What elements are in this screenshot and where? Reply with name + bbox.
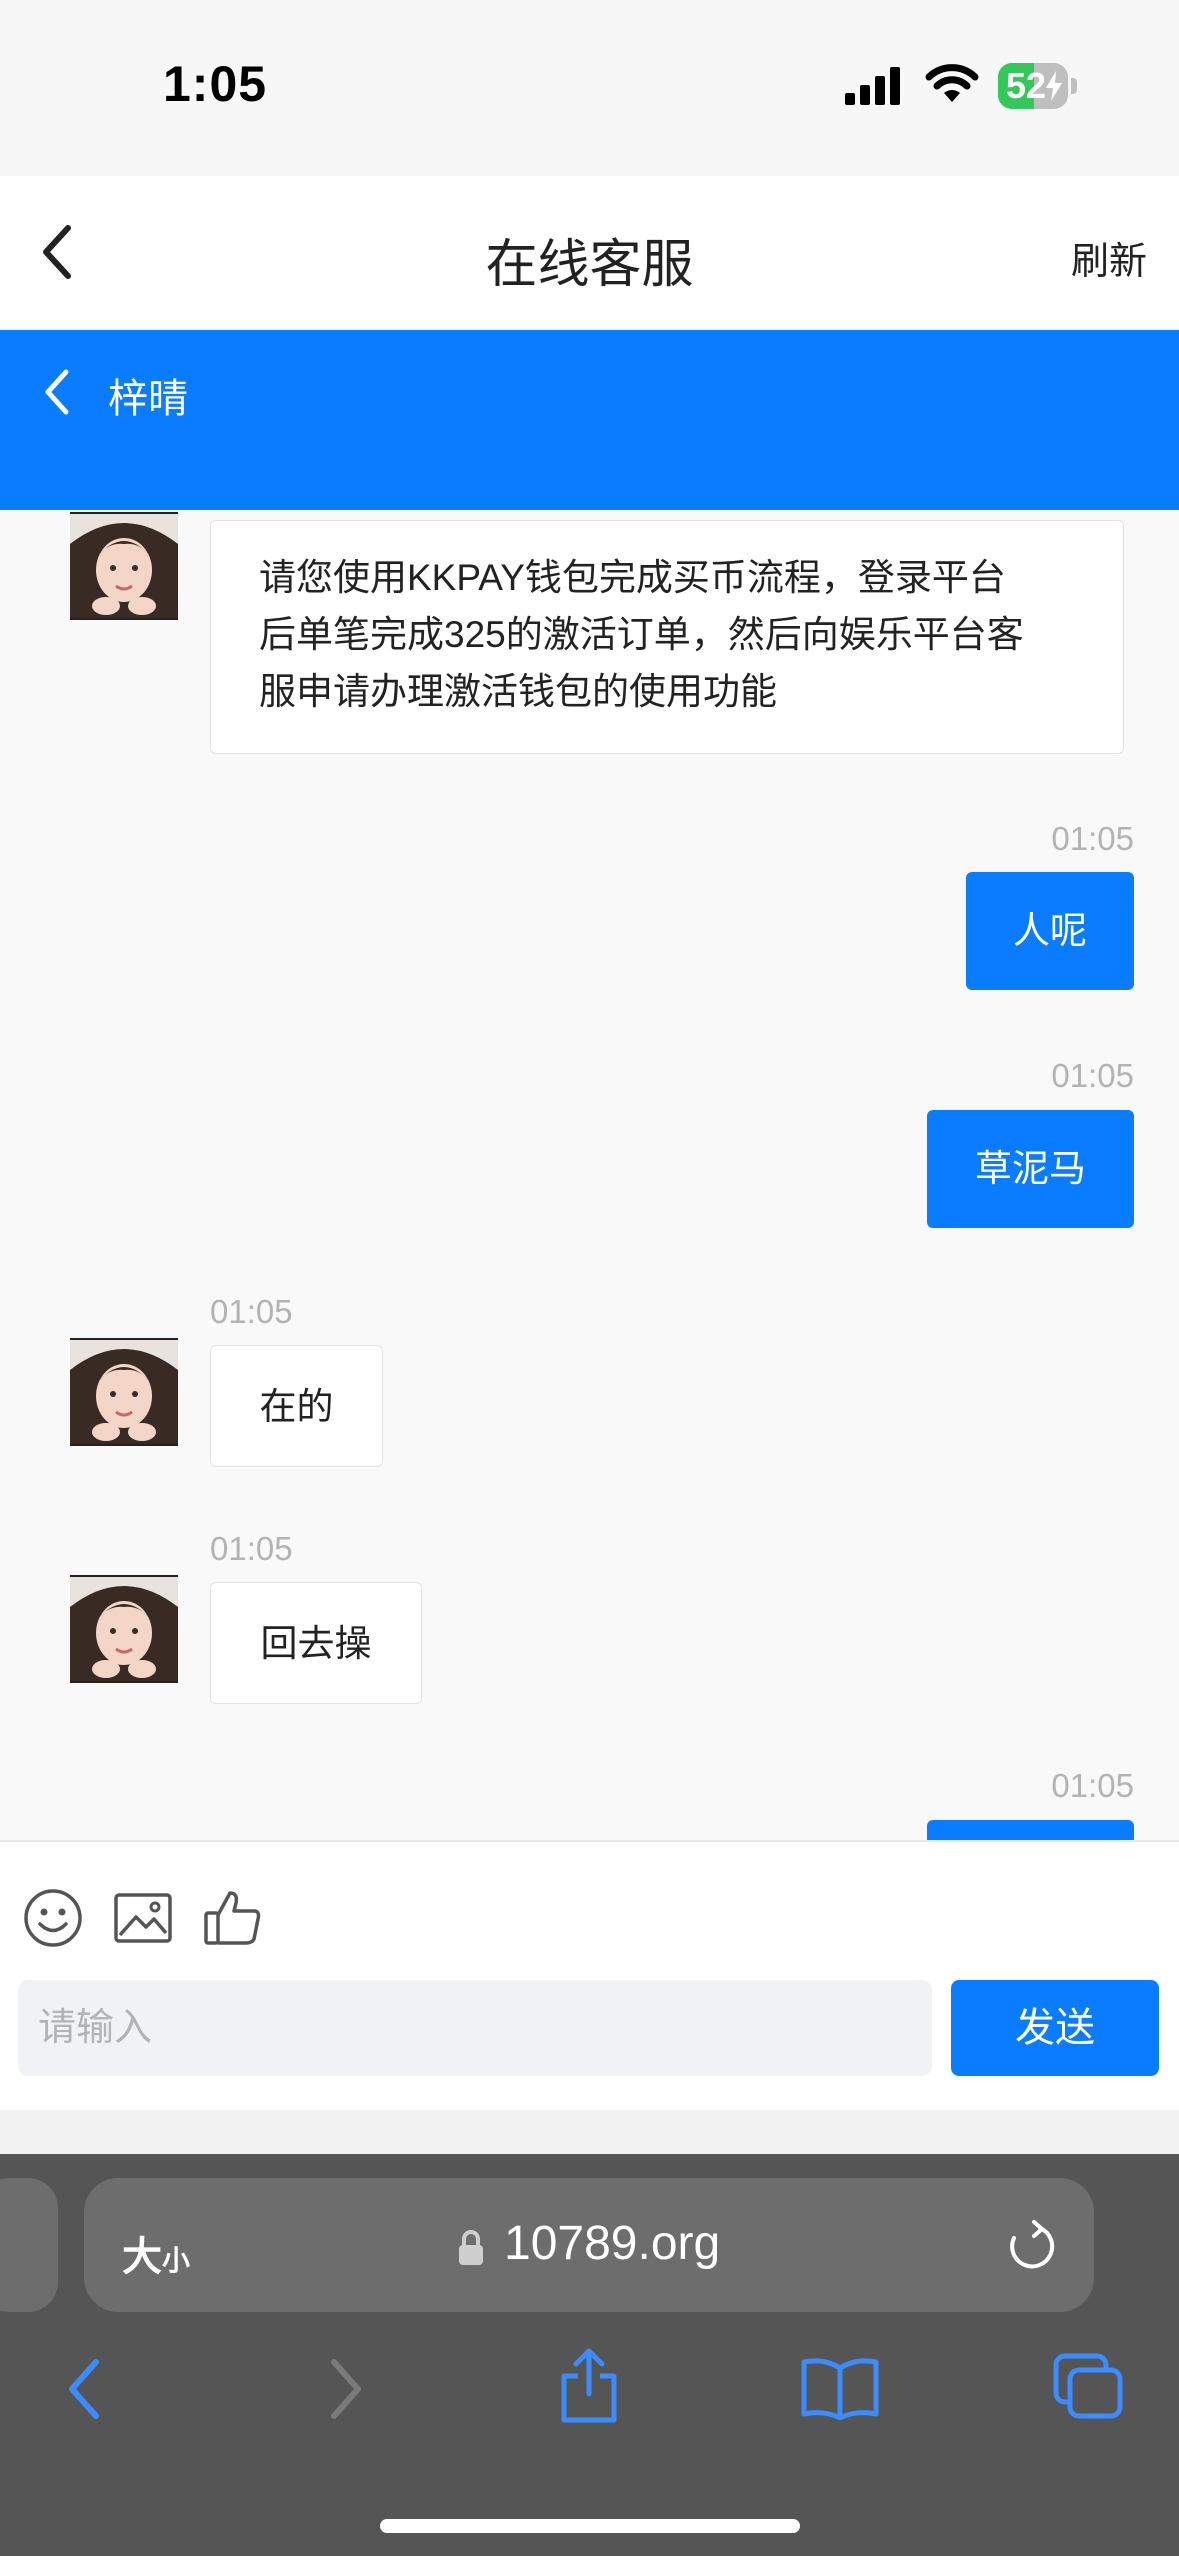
browser-forward-icon[interactable]	[318, 2354, 368, 2424]
cellular-signal-icon	[845, 67, 900, 105]
chat-header: 梓晴	[0, 330, 1179, 510]
message-time: 01:05	[210, 1293, 293, 1330]
incoming-message-bubble: 在的	[210, 1345, 383, 1467]
send-button[interactable]: 发送	[951, 1980, 1159, 2076]
wifi-icon	[925, 64, 979, 102]
agent-avatar	[70, 1338, 178, 1446]
header-back-button[interactable]	[38, 364, 78, 420]
incoming-message-bubble: 回去操	[210, 1582, 422, 1704]
text-size-button[interactable]: 大小	[122, 2224, 190, 2282]
emoji-icon[interactable]	[22, 1887, 84, 1949]
outgoing-message-bubble: 草泥马	[927, 1110, 1134, 1228]
text-size-big: 大	[122, 2235, 162, 2279]
message-line: 后单笔完成325的激活订单，然后向娱乐平台客	[259, 614, 1024, 655]
charging-bolt-icon	[1046, 71, 1062, 101]
top-nav: 在线客服 刷新	[0, 176, 1179, 328]
message-line: 请您使用KKPAY钱包完成买币流程，登录平台	[259, 557, 1006, 598]
status-time: 1:05	[163, 56, 268, 112]
url-text: 10789.org	[504, 2217, 721, 2270]
previous-tab-card[interactable]	[0, 2178, 58, 2312]
outgoing-message-bubble: 人呢	[966, 872, 1134, 990]
message-composer: 发送	[0, 1840, 1179, 2112]
thumbs-up-icon[interactable]	[202, 1887, 264, 1949]
status-bar: 1:05 52	[0, 0, 1179, 176]
home-indicator[interactable]	[380, 2519, 800, 2533]
message-line: 服申请办理激活钱包的使用功能	[259, 671, 777, 712]
refresh-button[interactable]: 刷新	[1071, 230, 1147, 285]
share-icon[interactable]	[556, 2346, 622, 2426]
address-bar[interactable]: 大小 10789.org	[84, 2178, 1094, 2312]
agent-name: 梓晴	[108, 377, 188, 421]
browser-toolbar: 大小 10789.org	[0, 2154, 1179, 2556]
chat-message-list[interactable]: 请您使用KKPAY钱包完成买币流程，登录平台 后单笔完成325的激活订单，然后向…	[0, 510, 1179, 1840]
bookmarks-icon[interactable]	[800, 2356, 880, 2420]
text-size-small: 小	[162, 2245, 191, 2276]
reload-icon[interactable]	[1002, 2218, 1058, 2274]
message-input[interactable]	[18, 1980, 932, 2076]
agent-avatar	[70, 1575, 178, 1683]
browser-back-icon[interactable]	[62, 2354, 112, 2424]
message-time: 01:05	[1051, 1057, 1134, 1094]
incoming-message-bubble: 请您使用KKPAY钱包完成买币流程，登录平台 后单笔完成325的激活订单，然后向…	[210, 520, 1124, 754]
tabs-icon[interactable]	[1052, 2352, 1126, 2422]
battery-icon: 52	[998, 63, 1078, 109]
image-icon[interactable]	[112, 1887, 174, 1949]
page-title: 在线客服	[485, 236, 694, 294]
page-bottom-spacer	[0, 2110, 1179, 2154]
message-time: 01:05	[1051, 820, 1134, 857]
message-time: 01:05	[210, 1530, 293, 1567]
lock-icon	[459, 2230, 483, 2265]
outgoing-message-bubble	[927, 1820, 1134, 1840]
agent-avatar	[70, 512, 178, 620]
message-time: 01:05	[1051, 1767, 1134, 1804]
